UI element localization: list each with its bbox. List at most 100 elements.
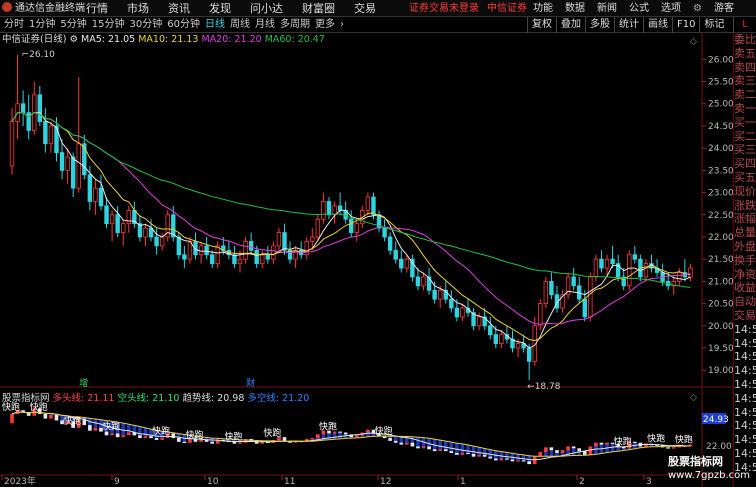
duokong-value: 多空线: 21.20 <box>247 393 310 404</box>
settings-small-icon[interactable]: ⚙ <box>69 34 78 45</box>
candle-body <box>260 254 265 265</box>
sub-bar <box>571 448 576 456</box>
sub-candle <box>421 446 426 449</box>
low-annotation: ←18.78 <box>527 382 561 392</box>
event-marker: 增 <box>79 377 88 389</box>
quote-row: 买二 <box>734 129 756 143</box>
kongtou-value: 空头线: 21.10 <box>117 393 180 404</box>
sub-candle <box>549 447 554 451</box>
quote-row: 14:50 <box>734 336 756 350</box>
y-tick-label: 20.00 <box>708 322 733 332</box>
expand-icon: ◇ <box>690 37 697 47</box>
trend-value: 趋势线: 20.98 <box>182 393 245 404</box>
x-tick-label: 3 <box>646 477 652 487</box>
quote-row: 交易 <box>734 308 756 322</box>
candle-body <box>43 121 48 145</box>
candle-body <box>187 241 193 260</box>
candle-body <box>121 223 126 233</box>
quote-row: 买五 <box>734 170 756 184</box>
kuaipao-label: 快跑 <box>647 433 665 445</box>
y-tick-label: 22.00 <box>708 233 733 243</box>
ma60-value: MA60: 20.47 <box>264 34 325 45</box>
quote-row: 委比 <box>734 33 756 46</box>
indicator-info: 股票指标网 多头线: 21.11 空头线: 21.10 趋势线: 20.98 多… <box>2 393 309 405</box>
sub-candle <box>471 453 476 457</box>
candle-body <box>82 143 87 176</box>
sub-candle <box>138 435 142 439</box>
sub-candle <box>633 441 637 444</box>
sub-candle <box>605 442 609 445</box>
candle-body <box>337 205 343 211</box>
watermark-title: 股票指标网 <box>668 455 723 468</box>
quote-row: 14:50 <box>734 350 756 364</box>
sub-bar <box>460 443 465 453</box>
y-tick-label: 22.50 <box>708 211 733 221</box>
quote-row: 现价 <box>734 184 756 198</box>
y-tick-label: 20.50 <box>708 300 733 310</box>
sub-candle <box>160 438 164 440</box>
x-tick-label: 1 <box>460 477 466 487</box>
candle-body <box>321 201 326 220</box>
sub-candle <box>282 437 287 441</box>
kuaipao-label: 快跑 <box>263 427 281 439</box>
x-tick-label: 12 <box>380 477 391 487</box>
sub-candle <box>171 433 176 439</box>
quote-row: 卖四 <box>734 60 756 74</box>
candle-body <box>237 258 243 265</box>
sub-candle <box>571 446 576 449</box>
kuaipao-label: 快跑 <box>675 433 693 445</box>
y-tick-label: 19.00 <box>708 366 733 376</box>
y-tick-label: 25.50 <box>708 78 733 88</box>
ma5-value: MA5: 21.05 <box>81 34 136 45</box>
sub-candle <box>126 432 131 436</box>
sub-candle <box>438 449 442 452</box>
candle-body <box>70 156 76 189</box>
x-tick-label: 9 <box>114 477 120 487</box>
corner-l-button[interactable]: L <box>733 17 756 33</box>
candle-body <box>204 245 209 256</box>
sub-candle <box>555 450 559 453</box>
candle-body <box>404 258 410 269</box>
sub-candle <box>516 460 520 462</box>
sub-candle <box>310 438 315 440</box>
quote-row: 14:50 <box>734 377 756 391</box>
sub-candle <box>405 442 409 445</box>
candle-body <box>399 258 404 269</box>
candle-body <box>365 196 371 211</box>
candle-body <box>371 196 376 216</box>
candle-body <box>9 121 15 167</box>
candle-body <box>476 316 482 327</box>
candle-body <box>93 187 98 202</box>
candle-body <box>643 263 649 278</box>
sub-candle <box>482 454 487 457</box>
sub-candle <box>671 447 676 449</box>
sub-candle <box>43 413 48 419</box>
quote-row: 买一 <box>734 115 756 129</box>
candle-body <box>109 214 115 225</box>
quote-row: 涨跌 <box>734 198 756 212</box>
terminal-window: 通达信金融终端 行情 市场 资讯 发现 问小达 财富圈 交易 证券交易未登录 中信证券 功能数… <box>0 0 756 487</box>
quote-row: 14:50 <box>734 433 756 447</box>
kuaipao-label: 快跑 <box>614 435 632 447</box>
candle-body <box>432 289 437 300</box>
sub-candle <box>238 442 242 444</box>
ma20-value: MA20: 21.20 <box>201 34 262 45</box>
quote-row: 自动 <box>734 295 756 309</box>
candle-body <box>688 267 693 278</box>
sub-y-label: 22.00 <box>706 442 732 452</box>
candle-body <box>610 258 615 265</box>
sub-bar <box>505 452 509 460</box>
y-tick-label: 23.00 <box>708 189 733 199</box>
candle-body <box>26 112 31 131</box>
candle-body <box>126 209 131 225</box>
candle-body <box>243 241 248 260</box>
sub-candle <box>443 449 448 452</box>
sub-candle <box>449 451 454 453</box>
candle-body <box>632 254 638 260</box>
sub-candle <box>354 435 359 438</box>
chart-canvas[interactable]: 19.00 19.50 20.00 20.50 21.00 21.50 22.00 22.50… <box>0 0 733 487</box>
high-annotation: ⌐26.10 <box>22 50 56 60</box>
y-tick-label: 24.50 <box>708 122 733 132</box>
quote-row: 14:50 <box>734 364 756 378</box>
candle-body <box>326 201 332 216</box>
